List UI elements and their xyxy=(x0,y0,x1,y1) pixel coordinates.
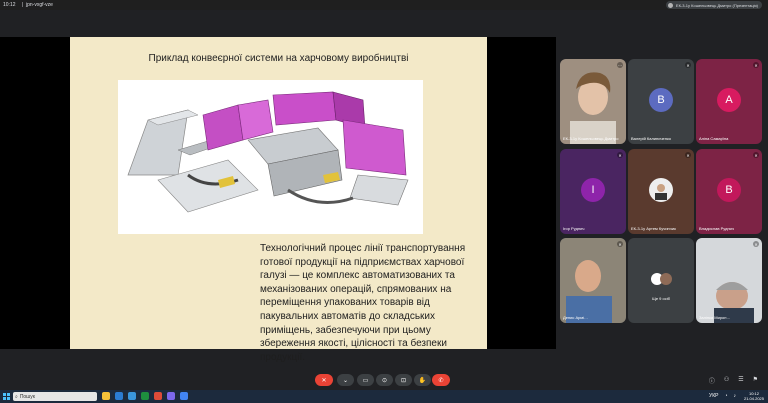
avatar: B xyxy=(649,87,673,112)
meeting-code[interactable]: jpn-vxgf-vze xyxy=(26,2,53,8)
taskbar-search[interactable]: ⌕ Пошук xyxy=(13,392,97,401)
profile-photo xyxy=(655,183,667,200)
app-icon-2[interactable] xyxy=(167,392,175,400)
reactions-button[interactable]: ⊙ xyxy=(376,374,393,386)
app-icon[interactable] xyxy=(141,392,149,400)
captions-icon: ▭ xyxy=(362,377,369,384)
activities-icon[interactable]: ⚑ xyxy=(753,376,758,385)
mic-off-icon: ✕ xyxy=(753,62,759,68)
more-participants-label: Ще 9 осіб xyxy=(652,296,670,301)
phone-hangup-icon: ✆ xyxy=(438,377,444,384)
mic-off-icon: ✕ xyxy=(753,241,759,247)
avatar: A xyxy=(717,87,741,112)
emoji-icon: ⊙ xyxy=(381,377,388,384)
participant-tile-5[interactable]: ✕ ЕК-3-1у Артем Кучинчик xyxy=(628,149,694,234)
side-panel-controls: ⓘ ⚇ ☰ ⚑ xyxy=(709,376,758,385)
system-tray: УКР ◔ ♪ xyxy=(709,393,736,399)
chat-icon[interactable]: ☰ xyxy=(738,376,743,385)
participant-tile-more[interactable]: Ще 9 осіб xyxy=(628,238,694,323)
presentation-stage: Приклад конвеєрної системи на харчовому … xyxy=(0,37,556,363)
slide: Приклад конвеєрної системи на харчовому … xyxy=(70,37,487,363)
search-icon: ⌕ xyxy=(15,393,18,400)
mic-off-icon: ✕ xyxy=(617,152,623,158)
info-icon[interactable]: ⓘ xyxy=(709,376,715,385)
presenter-avatar xyxy=(667,2,673,8)
meeting-time: 10:12 xyxy=(3,2,16,8)
chevron-down-icon: ⌄ xyxy=(342,377,349,384)
participant-name: Владислав Руднич xyxy=(699,226,734,231)
participant-video xyxy=(560,238,626,323)
separator: | xyxy=(22,2,24,8)
avatar: I xyxy=(581,177,605,202)
participant-name: Ігор Руднич xyxy=(563,226,585,231)
meet-icon[interactable] xyxy=(180,392,188,400)
people-icon[interactable]: ⚇ xyxy=(724,376,729,385)
slide-body-text: Технологічний процес лінії транспортуван… xyxy=(260,243,466,363)
mic-toggle-button[interactable]: ✕ xyxy=(315,374,333,386)
participant-name: Денис Армі… xyxy=(563,315,589,320)
avatar: B xyxy=(717,177,741,202)
present-icon: ⊡ xyxy=(400,377,407,384)
participant-tile-6[interactable]: B ✕ Владислав Руднич xyxy=(696,149,762,234)
mic-off-icon: ✕ xyxy=(753,152,759,158)
participant-video xyxy=(560,59,626,144)
file-explorer-icon[interactable] xyxy=(102,392,110,400)
participant-name: Валерій Калиниченко xyxy=(631,136,672,141)
clock-date: 21.04.2025 xyxy=(743,396,764,401)
avatar xyxy=(649,177,673,202)
participant-name: ЕК-3-1у Кошельовець Дмитро xyxy=(563,136,619,141)
conveyor-system-image xyxy=(118,80,423,234)
windows-start-icon[interactable] xyxy=(3,393,10,400)
more-icon[interactable]: ⋯ xyxy=(617,62,623,68)
participant-name: Залінка Мирон… xyxy=(699,315,731,320)
participant-name: Аліна Самарїна xyxy=(699,136,729,141)
participant-tile-3[interactable]: A ✕ Аліна Самарїна xyxy=(696,59,762,144)
captions-button[interactable]: ▭ xyxy=(357,374,374,386)
clock[interactable]: 10:12 21.04.2025 xyxy=(744,391,764,401)
present-button[interactable]: ⊡ xyxy=(395,374,412,386)
leave-call-button[interactable]: ✆ xyxy=(432,374,450,386)
participant-tile-7[interactable]: ✕ Денис Армі… xyxy=(560,238,626,323)
mic-off-icon: ✕ xyxy=(617,241,623,247)
presenter-chip[interactable]: ЕК-3-1у Кошельовець Дмитро (Презентація) xyxy=(665,1,762,9)
grouped-avatars xyxy=(647,267,675,291)
windows-taskbar: ⌕ Пошук УКР ◔ ♪ 10:12 21.04.2025 xyxy=(0,390,768,403)
mic-off-icon: ✕ xyxy=(321,377,327,384)
store-icon[interactable] xyxy=(115,392,123,400)
camera-options-button[interactable]: ⌄ xyxy=(337,374,354,386)
participant-tile-9[interactable]: ✕ Залінка Мирон… xyxy=(696,238,762,323)
meet-top-bar: 10:12 | jpn-vxgf-vze ЕК-3-1у Кошельовець… xyxy=(0,0,768,10)
language-indicator[interactable]: УКР xyxy=(709,393,718,399)
mic-off-icon: ✕ xyxy=(685,62,691,68)
participant-tile-4[interactable]: I ✕ Ігор Руднич xyxy=(560,149,626,234)
participant-video xyxy=(696,238,762,323)
raise-hand-button[interactable]: ✋ xyxy=(414,374,431,386)
meeting-controls: ✕ ⌄ ▭ ⊙ ⊡ ✋ ⋮ ✆ xyxy=(0,374,768,388)
edge-icon[interactable] xyxy=(128,392,136,400)
hand-icon: ✋ xyxy=(418,377,427,384)
presenter-name: ЕК-3-1у Кошельовець Дмитро (Презентація) xyxy=(675,2,758,8)
participant-tile-1[interactable]: ⋯ ЕК-3-1у Кошельовець Дмитро xyxy=(560,59,626,144)
search-placeholder: Пошук xyxy=(19,393,35,400)
mic-off-icon: ✕ xyxy=(685,152,691,158)
slide-title: Приклад конвеєрної системи на харчовому … xyxy=(148,53,409,64)
wifi-icon[interactable]: ◔ xyxy=(724,393,727,399)
participant-tile-2[interactable]: B ✕ Валерій Калиниченко xyxy=(628,59,694,144)
volume-icon[interactable]: ♪ xyxy=(734,393,737,399)
chrome-icon[interactable] xyxy=(154,392,162,400)
participant-name: ЕК-3-1у Артем Кучинчик xyxy=(631,226,676,231)
